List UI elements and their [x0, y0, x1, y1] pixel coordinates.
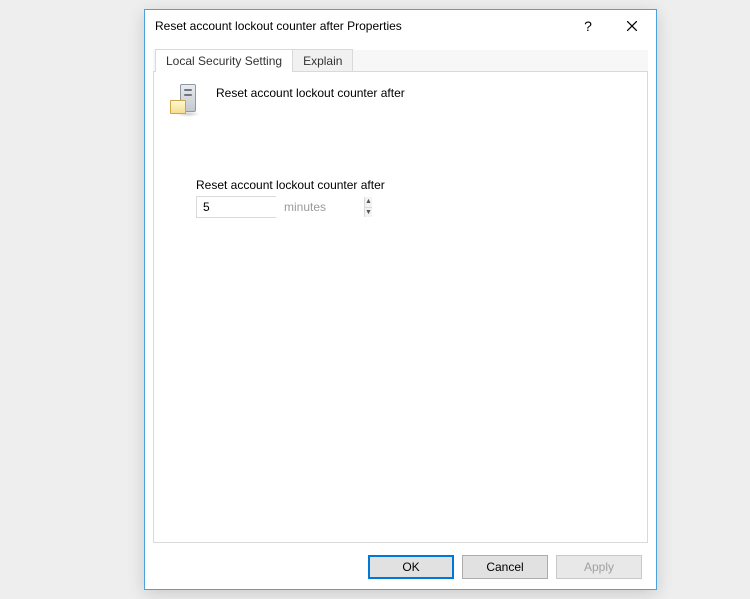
spinner-row: ▲ ▼ minutes	[196, 196, 631, 218]
button-label: OK	[402, 560, 419, 574]
spinner-buttons: ▲ ▼	[364, 197, 372, 217]
button-label: Apply	[584, 560, 614, 574]
titlebar: Reset account lockout counter after Prop…	[145, 10, 656, 42]
minutes-unit: minutes	[284, 200, 326, 214]
dialog-buttons: OK Cancel Apply	[368, 555, 642, 579]
policy-icon	[170, 84, 204, 118]
cancel-button[interactable]: Cancel	[462, 555, 548, 579]
policy-heading: Reset account lockout counter after	[216, 84, 405, 100]
minutes-input[interactable]	[197, 197, 364, 217]
apply-button: Apply	[556, 555, 642, 579]
window-title: Reset account lockout counter after Prop…	[155, 19, 566, 33]
spinner-up-icon[interactable]: ▲	[365, 197, 372, 207]
client-area: Local Security Setting Explain Reset acc…	[153, 50, 648, 543]
minutes-spinner: ▲ ▼	[196, 196, 276, 218]
tab-page: Reset account lockout counter after Rese…	[153, 72, 648, 543]
tab-strip: Local Security Setting Explain	[153, 50, 648, 72]
help-icon[interactable]: ?	[566, 11, 610, 41]
tab-local-security-setting[interactable]: Local Security Setting	[155, 49, 293, 71]
close-icon[interactable]	[610, 11, 654, 41]
ok-button[interactable]: OK	[368, 555, 454, 579]
policy-field: Reset account lockout counter after ▲ ▼ …	[196, 178, 631, 218]
tab-label: Local Security Setting	[166, 54, 282, 68]
tab-label: Explain	[303, 54, 342, 68]
tab-explain[interactable]: Explain	[292, 49, 353, 71]
spinner-down-icon[interactable]: ▼	[365, 207, 372, 218]
policy-field-label: Reset account lockout counter after	[196, 178, 631, 192]
button-label: Cancel	[486, 560, 523, 574]
properties-dialog: Reset account lockout counter after Prop…	[144, 9, 657, 590]
policy-heading-row: Reset account lockout counter after	[170, 84, 631, 118]
